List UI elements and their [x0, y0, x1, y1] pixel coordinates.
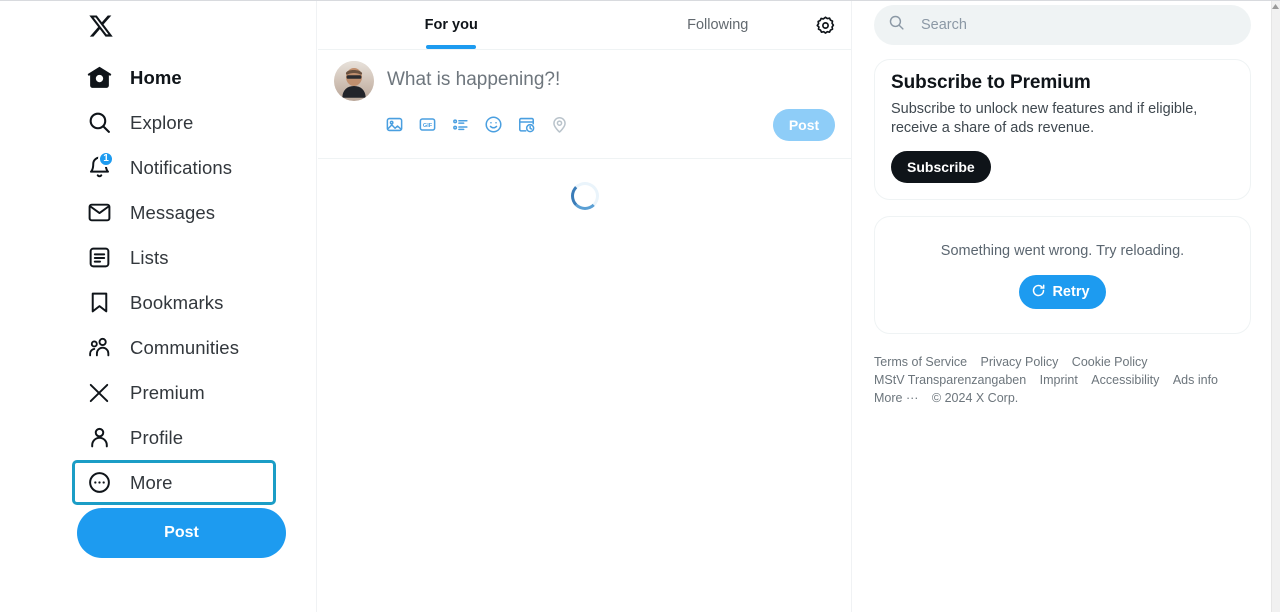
right-sidebar: Search Subscribe to Premium Subscribe to…	[853, 1, 1272, 612]
footer-link-mstv[interactable]: MStV Transparenzangaben	[874, 371, 1026, 389]
x-home-page: Home Explore 1 Notifications Messages Li…	[0, 0, 1280, 612]
retry-button[interactable]: Retry	[1019, 275, 1106, 309]
sidebar-item-label: Home	[130, 66, 182, 88]
x-logo-icon[interactable]	[86, 11, 116, 41]
sidebar-item-label: Notifications	[130, 156, 233, 178]
sidebar-item-label: More	[130, 471, 173, 493]
premium-card-description: Subscribe to unlock new features and if …	[891, 101, 1198, 136]
gear-icon[interactable]	[809, 9, 841, 41]
home-icon	[86, 65, 112, 91]
sidebar-item-messages[interactable]: Messages	[72, 190, 302, 235]
location-icon	[543, 108, 575, 140]
tab-label: For you	[424, 17, 478, 33]
left-sidebar: Home Explore 1 Notifications Messages Li…	[0, 1, 317, 612]
media-icon[interactable]	[378, 108, 410, 140]
footer-links: Terms of Service Privacy Policy Cookie P…	[874, 353, 1251, 407]
bell-icon: 1	[86, 150, 114, 181]
premium-card: Subscribe to Premium Subscribe to unlock…	[874, 59, 1251, 200]
footer-link-ads-info[interactable]: Ads info	[1173, 371, 1218, 389]
subscribe-button[interactable]: Subscribe	[891, 151, 991, 183]
sidebar-item-communities[interactable]: Communities	[72, 325, 302, 370]
error-message: Something went wrong. Try reloading.	[940, 243, 1185, 259]
sidebar-item-notifications[interactable]: 1 Notifications	[72, 145, 302, 190]
footer-link-imprint[interactable]: Imprint	[1040, 371, 1078, 389]
spinner-icon	[570, 182, 599, 210]
bookmark-icon	[86, 290, 112, 316]
tab-label: Following	[687, 17, 749, 33]
retry-button-label: Retry	[1052, 284, 1090, 300]
sidebar-item-label: Lists	[130, 246, 169, 268]
sidebar-item-lists[interactable]: Lists	[72, 235, 302, 280]
tab-active-underline	[426, 45, 477, 49]
search-placeholder: Search	[921, 17, 967, 33]
sidebar-item-label: Communities	[130, 336, 240, 358]
feed-loading-spinner	[318, 159, 851, 210]
more-circle-icon	[86, 470, 112, 496]
footer-link-more[interactable]: More ···	[874, 389, 918, 407]
sidebar-item-profile[interactable]: Profile	[72, 415, 302, 460]
composer-top-row: What is happening?!	[334, 58, 835, 101]
footer-link-terms[interactable]: Terms of Service	[874, 353, 967, 371]
avatar[interactable]	[334, 61, 374, 101]
envelope-icon	[86, 200, 112, 226]
poll-icon[interactable]	[444, 108, 476, 140]
sidebar-item-label: Bookmarks	[130, 291, 224, 313]
page-scrollbar[interactable]	[1271, 1, 1280, 612]
composer-placeholder[interactable]: What is happening?!	[387, 61, 560, 91]
sidebar-item-more[interactable]: More	[72, 460, 276, 505]
composer-post-button[interactable]: Post	[773, 109, 835, 141]
schedule-icon[interactable]	[510, 108, 542, 140]
sidebar-post-button[interactable]: Post	[77, 508, 286, 558]
list-icon	[86, 245, 112, 271]
scroll-up-arrow-icon[interactable]	[1271, 1, 1280, 11]
sidebar-item-premium[interactable]: Premium	[72, 370, 302, 415]
composer: What is happening?! GIF Post	[318, 50, 851, 159]
sidebar-nav-list: Home Explore 1 Notifications Messages Li…	[72, 55, 302, 505]
refresh-icon	[1031, 283, 1046, 302]
x-logo-icon	[86, 380, 112, 406]
footer-link-accessibility[interactable]: Accessibility	[1091, 371, 1159, 389]
gif-icon[interactable]: GIF	[411, 108, 443, 140]
sidebar-item-label: Profile	[130, 426, 184, 448]
footer-link-privacy[interactable]: Privacy Policy	[981, 353, 1059, 371]
communities-icon	[86, 335, 112, 361]
search-input[interactable]: Search	[874, 5, 1251, 45]
person-icon	[86, 425, 112, 451]
composer-actions: GIF Post	[378, 108, 835, 141]
search-icon	[888, 14, 905, 36]
feed-tabs: For you Following	[318, 1, 851, 50]
premium-card-title: Subscribe to Premium	[891, 72, 1091, 93]
sidebar-item-label: Messages	[130, 201, 216, 223]
svg-text:GIF: GIF	[422, 123, 432, 129]
error-card: Something went wrong. Try reloading. Ret…	[874, 216, 1251, 334]
notification-badge: 1	[98, 150, 114, 167]
sidebar-item-explore[interactable]: Explore	[72, 100, 302, 145]
footer-link-cookie[interactable]: Cookie Policy	[1072, 353, 1148, 371]
emoji-icon[interactable]	[477, 108, 509, 140]
search-icon	[86, 110, 112, 136]
sidebar-item-label: Explore	[130, 111, 194, 133]
center-column: For you Following What is happening?! GI…	[318, 1, 852, 612]
sidebar-item-home[interactable]: Home	[72, 55, 302, 100]
sidebar-item-label: Premium	[130, 381, 205, 403]
sidebar-item-bookmarks[interactable]: Bookmarks	[72, 280, 302, 325]
tab-for-you[interactable]: For you	[318, 1, 585, 49]
footer-copyright: © 2024 X Corp.	[931, 391, 1019, 405]
